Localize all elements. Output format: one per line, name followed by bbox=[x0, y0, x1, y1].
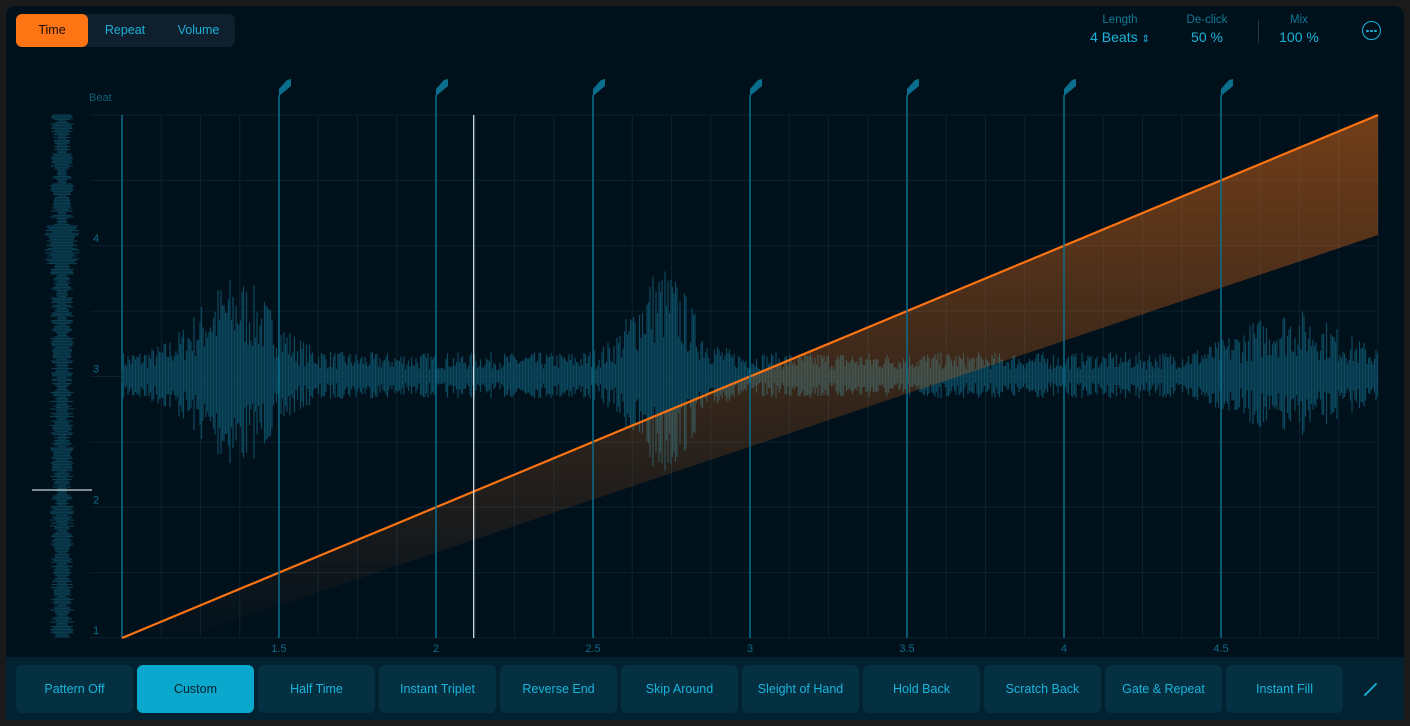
y-axis-title: Beat bbox=[89, 92, 112, 104]
x-tick-label: 4 bbox=[1061, 643, 1067, 655]
x-tick-label: 3.5 bbox=[899, 643, 914, 655]
beat-marker-handle bbox=[1064, 79, 1076, 96]
beat-marker-handle bbox=[436, 79, 448, 96]
x-tick-label: 1.5 bbox=[271, 643, 286, 655]
pattern-button-pattern-off[interactable]: Pattern Off bbox=[16, 665, 133, 713]
beat-marker-handle bbox=[1221, 79, 1233, 96]
pattern-button-half-time[interactable]: Half Time bbox=[258, 665, 375, 713]
y-tick-label: 1 bbox=[93, 625, 99, 637]
x-tick-label: 2 bbox=[433, 643, 439, 655]
x-tick-label: 4.5 bbox=[1213, 643, 1228, 655]
pencil-icon[interactable] bbox=[1362, 680, 1380, 698]
x-tick-label: 2.5 bbox=[585, 643, 600, 655]
x-tick-label: 3 bbox=[747, 643, 753, 655]
y-tick-label: 4 bbox=[93, 233, 99, 245]
pattern-button-gate-repeat[interactable]: Gate & Repeat bbox=[1105, 665, 1222, 713]
pattern-button-skip-around[interactable]: Skip Around bbox=[621, 665, 738, 713]
beat-marker-handle bbox=[279, 79, 291, 96]
y-tick-label: 3 bbox=[93, 364, 99, 376]
pattern-button-scratch-back[interactable]: Scratch Back bbox=[984, 665, 1101, 713]
beat-marker-handle bbox=[750, 79, 762, 96]
pattern-button-sleight-of-hand[interactable]: Sleight of Hand bbox=[742, 665, 859, 713]
beat-marker-handle bbox=[907, 79, 919, 96]
pattern-button-custom[interactable]: Custom bbox=[137, 665, 254, 713]
pattern-button-instant-triplet[interactable]: Instant Triplet bbox=[379, 665, 496, 713]
pattern-button-hold-back[interactable]: Hold Back bbox=[863, 665, 980, 713]
pattern-button-instant-fill[interactable]: Instant Fill bbox=[1226, 665, 1343, 713]
time-curve-editor[interactable]: 1.5 2 2.5 3 3.5 4 4.5 1 2 3 4 Beat bbox=[0, 0, 1410, 657]
pattern-button-reverse-end[interactable]: Reverse End bbox=[500, 665, 617, 713]
beat-marker-handle bbox=[593, 79, 605, 96]
y-tick-label: 2 bbox=[93, 494, 99, 506]
overview-waveform bbox=[44, 114, 80, 638]
